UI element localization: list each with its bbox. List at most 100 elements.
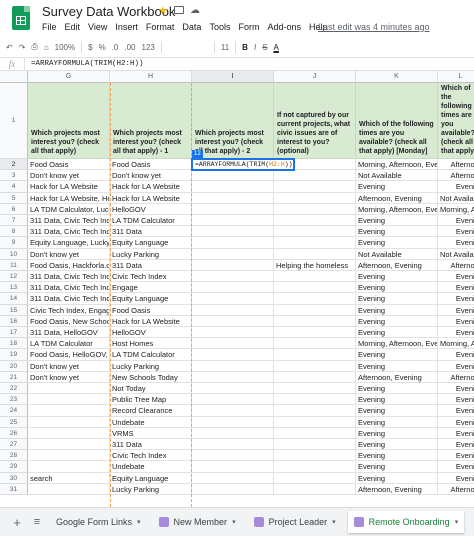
table-cell[interactable] [274, 338, 356, 350]
table-cell[interactable] [192, 405, 274, 417]
table-cell[interactable] [192, 327, 274, 339]
table-cell[interactable]: Evening [356, 327, 438, 339]
table-cell[interactable] [192, 483, 274, 495]
menu-file[interactable]: File [42, 22, 57, 32]
table-cell[interactable]: Evening [438, 361, 474, 372]
table-cell[interactable]: Equity Language [110, 237, 192, 249]
table-cell[interactable]: Lucky Parking [110, 360, 192, 372]
row-header[interactable]: 7 [0, 215, 28, 227]
table-cell[interactable] [274, 170, 356, 182]
table-cell[interactable]: Civic Tech Index [110, 450, 192, 462]
table-cell[interactable]: Food Oasis, New Schools Today [28, 315, 110, 327]
currency-format-button[interactable]: $ [88, 43, 92, 52]
table-cell[interactable]: Evening [356, 360, 438, 372]
table-cell[interactable] [192, 293, 274, 305]
table-cell[interactable]: Evening [356, 394, 438, 406]
table-cell[interactable] [274, 327, 356, 339]
table-cell[interactable]: 311 Data, Civic Tech Index [28, 282, 110, 294]
table-cell[interactable] [192, 237, 274, 249]
table-cell[interactable] [192, 461, 274, 473]
table-cell[interactable]: LA TDM Calculator, Lucky Parking [28, 203, 110, 215]
print-icon[interactable]: ⎙ [31, 42, 37, 52]
menu-view[interactable]: View [88, 22, 107, 32]
row-header[interactable]: 23 [0, 394, 28, 406]
table-cell[interactable] [192, 416, 274, 428]
table-cell[interactable]: Evening [438, 327, 474, 339]
table-cell[interactable] [192, 371, 274, 383]
table-cell[interactable]: Public Tree Map [110, 394, 192, 406]
table-cell[interactable]: Hack for LA Website, HelloGOV [28, 192, 110, 204]
row-header[interactable]: 12 [0, 271, 28, 283]
table-cell[interactable]: Food Oasis [110, 304, 192, 316]
menu-data[interactable]: Data [182, 22, 201, 32]
table-cell[interactable] [28, 394, 110, 406]
star-icon[interactable]: ★ [158, 4, 168, 17]
table-cell[interactable]: Afternoon, Evening [356, 483, 438, 495]
header-cell-k[interactable]: Which of the following times are you ava… [356, 83, 438, 159]
table-cell[interactable]: Afternoon, Evening [356, 192, 438, 204]
column-header-l[interactable]: L [438, 71, 474, 83]
table-cell[interactable]: LA TDM Calculator [110, 215, 192, 227]
add-sheet-icon[interactable]: + [10, 515, 24, 530]
row-header[interactable]: 22 [0, 383, 28, 395]
table-cell[interactable] [28, 439, 110, 451]
table-cell[interactable] [274, 450, 356, 462]
table-cell[interactable] [274, 405, 356, 417]
table-cell[interactable] [192, 203, 274, 215]
table-cell[interactable] [274, 203, 356, 215]
menu-insert[interactable]: Insert [115, 22, 138, 32]
column-header-h[interactable]: H [110, 71, 192, 83]
table-cell[interactable] [274, 439, 356, 451]
table-cell[interactable]: Evening [356, 282, 438, 294]
header-cell-j[interactable]: If not captured by our current projects,… [274, 83, 356, 159]
menu-edit[interactable]: Edit [65, 22, 81, 32]
table-cell[interactable]: Evening [356, 226, 438, 238]
table-cell[interactable] [192, 349, 274, 361]
table-cell[interactable] [192, 181, 274, 193]
menu-form[interactable]: Form [238, 22, 259, 32]
table-cell[interactable]: Evening [356, 237, 438, 249]
sheet-tab-google-form-links[interactable]: Google Form Links ▾ [50, 511, 147, 533]
select-all-corner[interactable] [0, 71, 28, 83]
strikethrough-button[interactable]: S [262, 43, 267, 52]
table-cell[interactable]: Equity Language [110, 472, 192, 484]
table-cell[interactable]: Evening [438, 305, 474, 316]
table-cell[interactable] [274, 293, 356, 305]
table-cell[interactable]: Evening [356, 427, 438, 439]
row-header[interactable]: 6 [0, 203, 28, 215]
column-header-g[interactable]: G [28, 71, 110, 83]
table-cell[interactable] [28, 405, 110, 417]
table-cell[interactable] [192, 271, 274, 283]
table-cell[interactable]: Afternoon [438, 170, 474, 182]
table-cell[interactable]: Evening [438, 473, 474, 484]
row-header[interactable]: 20 [0, 360, 28, 372]
row-header[interactable]: 13 [0, 282, 28, 294]
table-cell[interactable]: Evening [438, 383, 474, 395]
last-edit-link[interactable]: Last edit was 4 minutes ago [318, 22, 430, 32]
row-header-1[interactable]: 1 [0, 83, 28, 159]
table-cell[interactable] [28, 416, 110, 428]
table-cell[interactable]: Evening [356, 405, 438, 417]
table-cell[interactable] [192, 427, 274, 439]
table-cell[interactable] [28, 461, 110, 473]
table-cell[interactable]: Evening [438, 282, 474, 294]
document-title[interactable]: Survey Data Workbook [42, 4, 175, 19]
table-cell[interactable] [274, 237, 356, 249]
row-header[interactable]: 9 [0, 237, 28, 249]
table-cell[interactable]: Afternoon [438, 372, 474, 383]
header-cell-g[interactable]: Which projects most interest you? (check… [28, 83, 110, 159]
all-sheets-icon[interactable]: ≡ [30, 516, 44, 528]
table-cell[interactable]: Civic Tech Index [110, 271, 192, 283]
chevron-down-icon[interactable]: ▾ [232, 518, 236, 526]
table-cell[interactable]: Evening [438, 450, 474, 462]
table-cell[interactable] [28, 427, 110, 439]
chevron-down-icon[interactable]: ▾ [455, 518, 459, 526]
table-cell[interactable]: 311 Data, Civic Tech Index [28, 226, 110, 238]
table-cell[interactable]: Morning, Afternoon [438, 338, 474, 350]
table-cell[interactable]: Evening [356, 304, 438, 316]
table-cell[interactable]: 311 Data, Civic Tech Index [28, 271, 110, 283]
table-cell[interactable]: search [28, 472, 110, 484]
table-cell[interactable] [274, 483, 356, 495]
row-header[interactable]: 27 [0, 439, 28, 451]
table-cell[interactable] [274, 192, 356, 204]
